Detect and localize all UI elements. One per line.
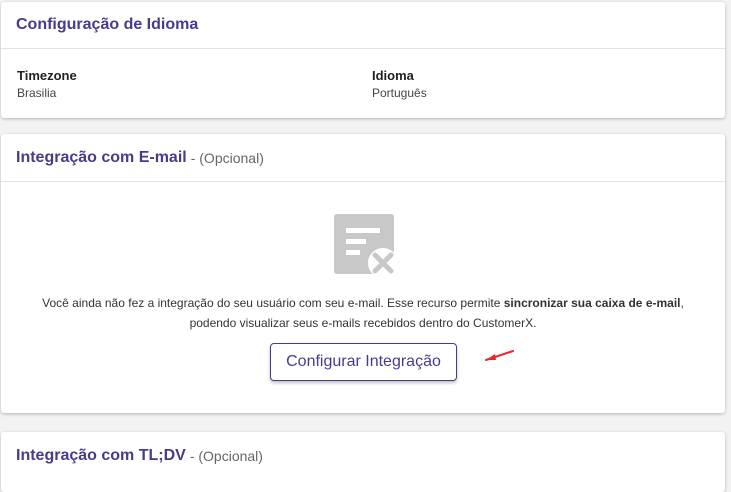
red-arrow-icon [483,349,517,368]
email-integration-card: Integração com E-mail - (Opcional) Você … [1,134,725,413]
configure-integration-button[interactable]: Configurar Integração [270,343,457,381]
language-card-body: Timezone Brasilia Idioma Português [1,49,725,118]
tldv-card-title: Integração com TL;DV [16,447,186,464]
tldv-integration-card: Integração com TL;DV - (Opcional) [1,432,725,492]
card-header: Configuração de Idioma [1,2,725,49]
card-header: Integração com E-mail - (Opcional) [1,134,725,182]
timezone-field: Timezone Brasilia [17,68,77,100]
language-settings-card: Configuração de Idioma Timezone Brasilia… [1,2,725,118]
card-header: Integração com TL;DV - (Opcional) [1,432,725,480]
language-field: Idioma Português [372,68,427,100]
timezone-value: Brasilia [17,86,57,100]
message-bold: sincronizar sua caixa de e-mail [503,296,681,310]
empty-state-message: Você ainda não fez a integração do seu u… [21,293,705,333]
language-value: Português [372,86,427,100]
language-card-title: Configuração de Idioma [16,16,199,33]
optional-tag: - (Opcional) [189,448,263,464]
document-x-icon [334,214,398,283]
email-card-title: Integração com E-mail [16,148,187,166]
language-label: Idioma [372,68,414,83]
email-card-body: Você ainda não fez a integração do seu u… [1,182,725,413]
optional-tag: - (Opcional) [190,149,264,166]
timezone-label: Timezone [17,68,77,83]
message-part1: Você ainda não fez a integração do seu u… [42,296,504,310]
